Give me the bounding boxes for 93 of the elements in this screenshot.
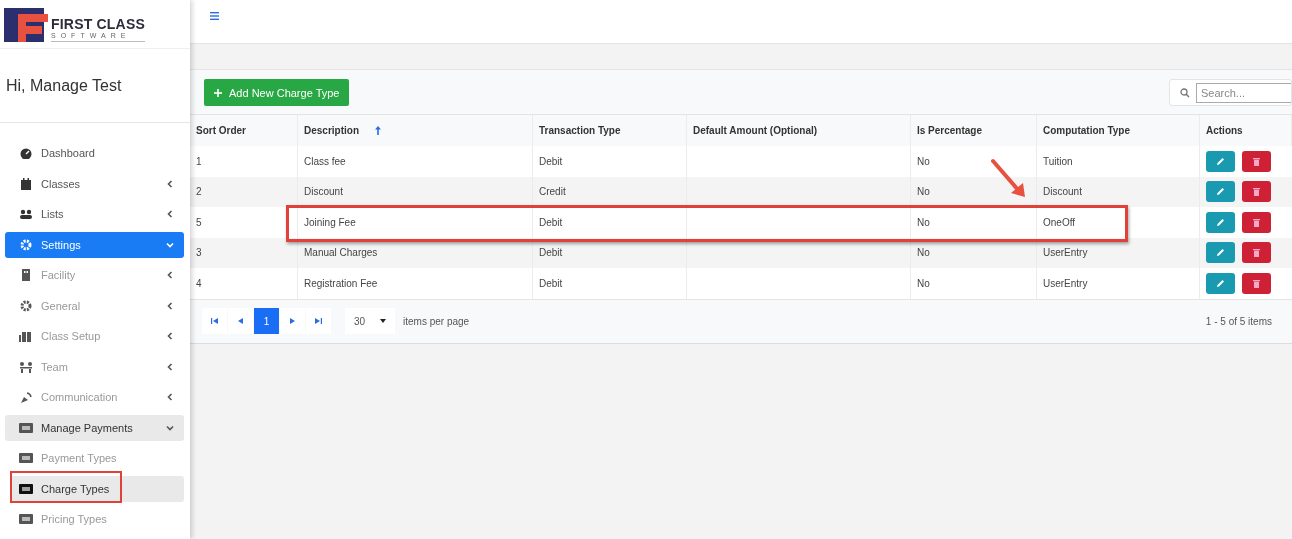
first-page-button[interactable] [202,308,227,334]
next-icon [290,318,295,324]
team-icon [19,360,33,373]
table-cell: 4 [196,277,202,289]
table-cell: Discount [304,186,343,198]
table-cell: UserEntry [1043,247,1088,259]
chevron-down-icon [166,423,174,432]
edit-button[interactable] [1206,242,1235,264]
people-icon [19,208,33,220]
table-cell: No [917,277,930,289]
cash-icon [19,452,33,464]
table-cell: UserEntry [1043,277,1088,289]
gauge-icon [19,147,33,159]
table-cell: 1 [196,155,202,167]
chevron-left-icon [166,210,174,218]
next-page-button[interactable] [280,308,305,334]
pager-summary: 1 - 5 of 5 items [1205,315,1272,327]
previous-icon [238,318,243,324]
table-cell: Debit [539,247,563,259]
table-cell: 2 [196,186,202,198]
table-cell: 5 [196,216,202,228]
table-cell: 3 [196,247,202,259]
menu-icon[interactable] [210,11,219,20]
chevron-left-icon [166,271,174,279]
table-cell: Debit [539,155,563,167]
cash-icon [19,421,33,434]
delete-button[interactable] [1242,242,1271,264]
sidebar-item[interactable]: Settings [5,231,184,258]
trash-icon [1253,217,1260,227]
pencil-icon [1216,187,1225,197]
previous-page-button[interactable] [228,308,253,334]
pencil-icon [1216,217,1225,227]
cash-icon [19,482,33,495]
delete-button[interactable] [1242,150,1271,172]
table-cell: Discount [1043,186,1082,198]
sidebar-item[interactable]: Lists [5,201,184,227]
last-page-button[interactable] [306,308,331,334]
pencil-icon [1216,278,1225,288]
table-cell: Debit [539,277,563,289]
pencil-icon [1216,156,1225,166]
edit-button[interactable] [1206,150,1235,172]
chevron-left-icon [166,332,174,340]
page-button[interactable]: 1 [254,308,279,334]
table-cell: No [917,216,930,228]
dropdown-caret-icon [380,319,386,323]
trash-icon [1253,278,1260,288]
table-cell: Class fee [304,155,346,167]
plus-icon [214,88,222,97]
chevron-left-icon [166,362,174,371]
trash-icon [1253,156,1260,166]
table-cell: Credit [539,186,566,198]
table-cell: Joining Fee [304,216,356,228]
signal-icon [19,391,33,403]
edit-button[interactable] [1206,272,1235,294]
delete-button[interactable] [1242,211,1271,233]
page-size-dropdown[interactable]: 30 [345,308,395,334]
search-field[interactable]: Search... [1196,82,1291,103]
logo-title: FIRST CLASS [51,16,145,32]
trash-icon [1253,187,1260,197]
calendar-icon [19,177,33,190]
delete-button[interactable] [1242,272,1271,294]
sidebar-item[interactable]: Manage Payments [5,414,184,441]
sidebar-item[interactable]: Dashboard [5,140,184,166]
table-cell: Registration Fee [304,277,378,289]
table-cell: No [917,186,930,198]
columns-icon [19,330,33,342]
items-per-page-label: items per page [403,315,470,327]
pencil-icon [1216,248,1225,258]
search-icon [1180,87,1190,98]
table-cell: OneOff [1043,216,1076,228]
trash-icon [1253,248,1260,258]
chevron-down-icon [166,240,174,249]
logo-icon [4,8,48,42]
table-cell: Debit [539,216,563,228]
first-page-icon [211,318,218,324]
table-cell: Manual Charges [304,247,378,259]
table-cell: No [917,247,930,259]
table-cell: Tuition [1043,155,1073,167]
building-icon [19,269,33,281]
sort-up-icon [375,126,381,135]
chevron-left-icon [166,301,174,310]
edit-button[interactable] [1206,181,1235,203]
delete-button[interactable] [1242,181,1271,203]
greeting: Hi, Manage Test [6,76,122,95]
chevron-left-icon [166,179,174,188]
last-page-icon [315,318,322,324]
edit-button[interactable] [1206,211,1235,233]
sidebar-item[interactable]: Classes [5,170,184,197]
cash-icon [19,513,33,525]
table-cell: No [917,155,930,167]
chevron-left-icon [166,393,174,401]
gear-icon [19,299,33,312]
gear-icon [19,238,33,251]
